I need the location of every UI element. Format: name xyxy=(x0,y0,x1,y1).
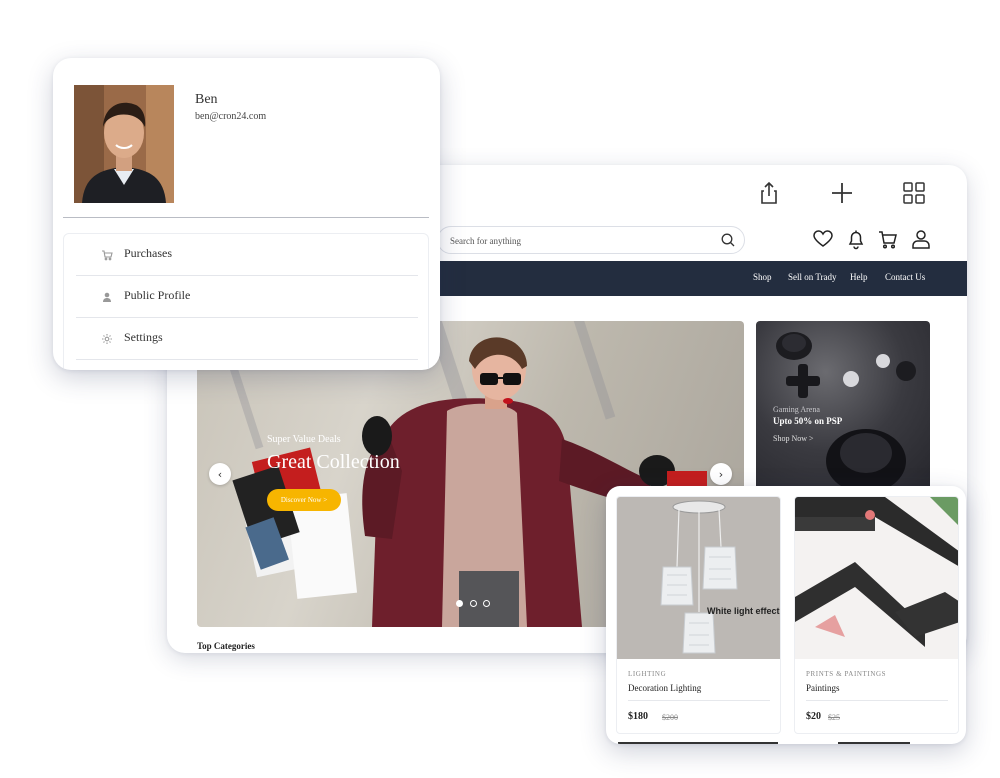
menu-item-label: Settings xyxy=(124,330,163,344)
profile-dropdown: Ben ben@cron24.com Purchases Public Prof… xyxy=(53,58,440,370)
menu-item-label: Public Profile xyxy=(124,288,191,302)
person-icon xyxy=(101,290,113,302)
promo-subtitle: Gaming Arena xyxy=(773,405,820,414)
product-image: White light effect xyxy=(617,497,780,659)
product-old-price: $25 xyxy=(828,713,840,722)
product-image-caption: White light effect xyxy=(707,606,780,616)
top-categories-heading: Top Categories xyxy=(197,641,255,651)
profile-email: ben@cron24.com xyxy=(195,111,267,122)
carousel-dot[interactable] xyxy=(483,600,490,607)
cart-icon xyxy=(101,248,113,261)
product-name: Decoration Lighting xyxy=(628,683,702,693)
menu-item-public-profile[interactable]: Public Profile xyxy=(76,276,418,318)
share-icon[interactable] xyxy=(755,179,783,207)
product-category: PRINTS & PAINTINGS xyxy=(806,670,887,678)
product-price: $20 xyxy=(806,711,821,722)
chevron-left-icon: ‹ xyxy=(217,467,223,481)
product-card-paintings[interactable]: PRINTS & PAINTINGS Paintings $20 $25 xyxy=(794,496,959,734)
search-box xyxy=(437,226,745,254)
user-icon[interactable] xyxy=(910,228,932,250)
divider xyxy=(63,217,429,218)
search-input[interactable] xyxy=(450,231,700,251)
search-icon[interactable] xyxy=(720,232,736,248)
carousel-next-button[interactable]: › xyxy=(710,463,732,485)
nav-link-shop[interactable]: Shop xyxy=(753,272,772,282)
profile-menu: Purchases Public Profile Settings xyxy=(63,233,429,370)
gear-icon xyxy=(101,332,113,344)
cart-icon[interactable] xyxy=(877,228,899,250)
chevron-right-icon: › xyxy=(718,467,724,481)
menu-item-settings[interactable]: Settings xyxy=(76,318,418,360)
carousel-prev-button[interactable]: ‹ xyxy=(209,463,231,485)
heart-icon[interactable] xyxy=(812,228,834,250)
product-price: $180 xyxy=(628,711,648,722)
nav-link-sell[interactable]: Sell on Trady xyxy=(788,272,837,282)
carousel-dot-active[interactable] xyxy=(456,600,463,607)
nav-link-help[interactable]: Help xyxy=(850,272,868,282)
divider xyxy=(806,700,948,701)
plus-icon[interactable] xyxy=(828,179,856,207)
products-panel: White light effect LIGHTING Decoration L… xyxy=(606,486,966,744)
pendant-lamp-illustration xyxy=(617,497,780,659)
product-image xyxy=(795,497,958,659)
menu-item-label: Purchases xyxy=(124,246,172,260)
card-strip xyxy=(838,742,910,744)
discover-now-button[interactable]: Discover Now > xyxy=(267,489,341,511)
nav-link-contact[interactable]: Contact Us xyxy=(885,272,925,282)
promo-tile[interactable]: Gaming Arena Upto 50% on PSP Shop Now > xyxy=(756,321,930,491)
shop-now-link[interactable]: Shop Now > xyxy=(773,434,814,443)
divider xyxy=(628,700,770,701)
card-strip xyxy=(618,742,778,744)
avatar xyxy=(74,85,174,203)
picture-frames-illustration xyxy=(795,497,958,659)
menu-item-purchases[interactable]: Purchases xyxy=(76,234,418,276)
carousel-dot[interactable] xyxy=(470,600,477,607)
product-old-price: $200 xyxy=(662,713,678,722)
profile-name: Ben xyxy=(195,92,218,107)
hero-subtitle: Super Value Deals xyxy=(267,434,341,445)
grid-icon[interactable] xyxy=(900,179,928,207)
bell-icon[interactable] xyxy=(845,228,867,250)
product-card-lighting[interactable]: White light effect LIGHTING Decoration L… xyxy=(616,496,781,734)
hero-title: Great Collection xyxy=(267,451,400,473)
avatar-photo xyxy=(74,85,174,203)
product-name: Paintings xyxy=(806,683,840,693)
product-category: LIGHTING xyxy=(628,670,667,678)
promo-title: Upto 50% on PSP xyxy=(773,416,843,426)
